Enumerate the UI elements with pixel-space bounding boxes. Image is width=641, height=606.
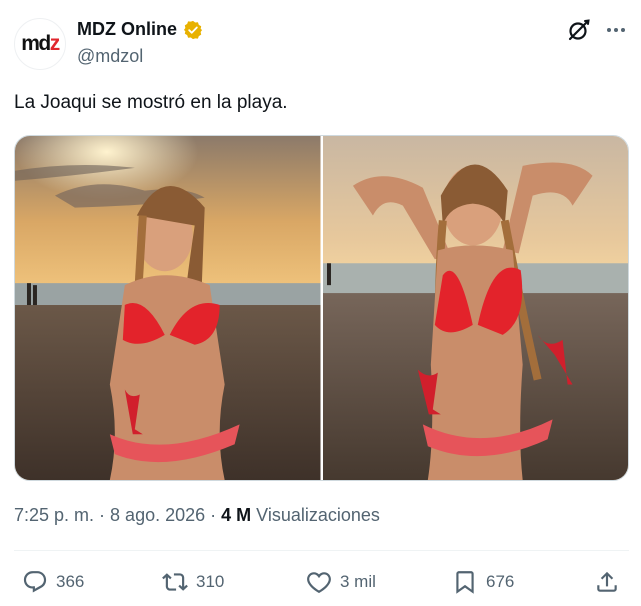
reply-count: 366 <box>56 572 85 591</box>
avatar[interactable]: mdz <box>14 18 66 70</box>
author-name-row: MDZ Online <box>77 19 203 40</box>
share-button[interactable] <box>594 562 620 602</box>
like-button[interactable]: 3 mil <box>306 562 376 602</box>
like-count: 3 mil <box>340 572 376 591</box>
repost-count: 310 <box>196 572 225 591</box>
repost-icon <box>162 573 188 591</box>
more-icon[interactable] <box>604 18 628 42</box>
meta-separator-2: · <box>210 505 217 525</box>
post-card: mdz MDZ Online @mdzol La Joaqui se mostr… <box>0 0 641 606</box>
bookmark-button[interactable]: 676 <box>452 562 514 602</box>
post-text: La Joaqui se mostró en la playa. <box>14 92 288 113</box>
like-icon <box>307 572 331 594</box>
post-date[interactable]: 8 ago. 2026 <box>110 505 205 525</box>
action-bar: 366 310 3 mil 676 <box>14 562 629 602</box>
reply-icon <box>23 571 47 593</box>
media-photo-2[interactable] <box>322 136 628 480</box>
handle[interactable]: @mdzol <box>77 46 143 67</box>
bookmark-icon <box>456 571 474 594</box>
views-label: Visualizaciones <box>256 505 380 525</box>
divider <box>14 550 629 551</box>
media-photo-1[interactable] <box>15 136 321 480</box>
display-name[interactable]: MDZ Online <box>77 19 177 40</box>
media-grid <box>14 135 629 481</box>
repost-button[interactable]: 310 <box>162 562 224 602</box>
post-time[interactable]: 7:25 p. m. <box>14 505 94 525</box>
verified-badge-icon[interactable] <box>183 20 203 40</box>
avatar-logo: mdz <box>21 32 60 55</box>
views-count: 4 M <box>221 505 252 525</box>
post-meta: 7:25 p. m. · 8 ago. 2026 · 4 M Visualizacion… <box>14 505 380 526</box>
bookmark-count: 676 <box>486 572 515 591</box>
reply-button[interactable]: 366 <box>22 562 84 602</box>
meta-separator: · <box>99 505 106 525</box>
share-icon <box>597 571 617 592</box>
grok-icon[interactable] <box>566 17 592 43</box>
